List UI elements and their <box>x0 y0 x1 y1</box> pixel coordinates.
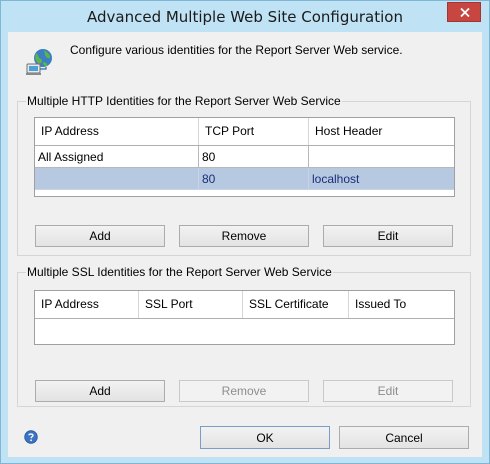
header-description: Configure various identities for the Rep… <box>70 43 403 57</box>
window-title: Advanced Multiple Web Site Configuration <box>87 8 403 26</box>
column-ssl-certificate[interactable]: SSL Certificate <box>243 291 349 318</box>
ssl-add-button[interactable]: Add <box>35 380 165 402</box>
column-ssl-port[interactable]: SSL Port <box>139 291 243 318</box>
cancel-button[interactable]: Cancel <box>339 426 469 449</box>
column-tcp-port[interactable]: TCP Port <box>199 118 309 145</box>
http-edit-button[interactable]: Edit <box>323 225 453 247</box>
http-remove-button[interactable]: Remove <box>179 225 309 247</box>
cell-ip-address[interactable]: All Assigned <box>35 146 199 168</box>
ssl-grid-header: IP Address SSL Port SSL Certificate Issu… <box>35 291 454 319</box>
title-bar[interactable]: Advanced Multiple Web Site Configuration <box>1 1 489 32</box>
globe-network-icon <box>26 49 52 75</box>
dialog-body: Configure various identities for the Rep… <box>8 32 482 457</box>
help-icon[interactable] <box>24 430 38 444</box>
close-icon <box>460 8 470 17</box>
cell-tcp-port[interactable]: 80 <box>199 146 309 168</box>
ok-button[interactable]: OK <box>200 426 330 449</box>
dialog-window: Advanced Multiple Web Site Configuration… <box>0 0 490 464</box>
http-identities-group: Multiple HTTP Identities for the Report … <box>17 94 471 256</box>
column-issued-to[interactable]: Issued To <box>349 291 454 318</box>
http-identities-grid[interactable]: IP Address TCP Port Host Header All Assi… <box>34 117 455 197</box>
table-row-selected[interactable]: 80 localhost <box>35 168 454 190</box>
ssl-group-legend: Multiple SSL Identities for the Report S… <box>26 265 333 279</box>
cell-ip-address[interactable] <box>35 168 199 190</box>
ssl-edit-button[interactable]: Edit <box>323 380 453 402</box>
column-host-header[interactable]: Host Header <box>309 118 454 145</box>
http-group-legend: Multiple HTTP Identities for the Report … <box>26 94 342 108</box>
column-ip-address[interactable]: IP Address <box>35 118 199 145</box>
cell-host-header[interactable]: localhost <box>309 168 454 190</box>
ssl-identities-group: Multiple SSL Identities for the Report S… <box>17 265 471 407</box>
ssl-remove-button[interactable]: Remove <box>179 380 309 402</box>
table-row[interactable]: All Assigned 80 <box>35 146 454 168</box>
cell-host-header[interactable] <box>309 146 454 168</box>
http-add-button[interactable]: Add <box>35 225 165 247</box>
http-grid-header: IP Address TCP Port Host Header <box>35 118 454 146</box>
ssl-identities-grid[interactable]: IP Address SSL Port SSL Certificate Issu… <box>34 290 455 345</box>
close-button[interactable] <box>447 2 481 22</box>
cell-tcp-port[interactable]: 80 <box>199 168 309 190</box>
column-ip-address[interactable]: IP Address <box>35 291 139 318</box>
